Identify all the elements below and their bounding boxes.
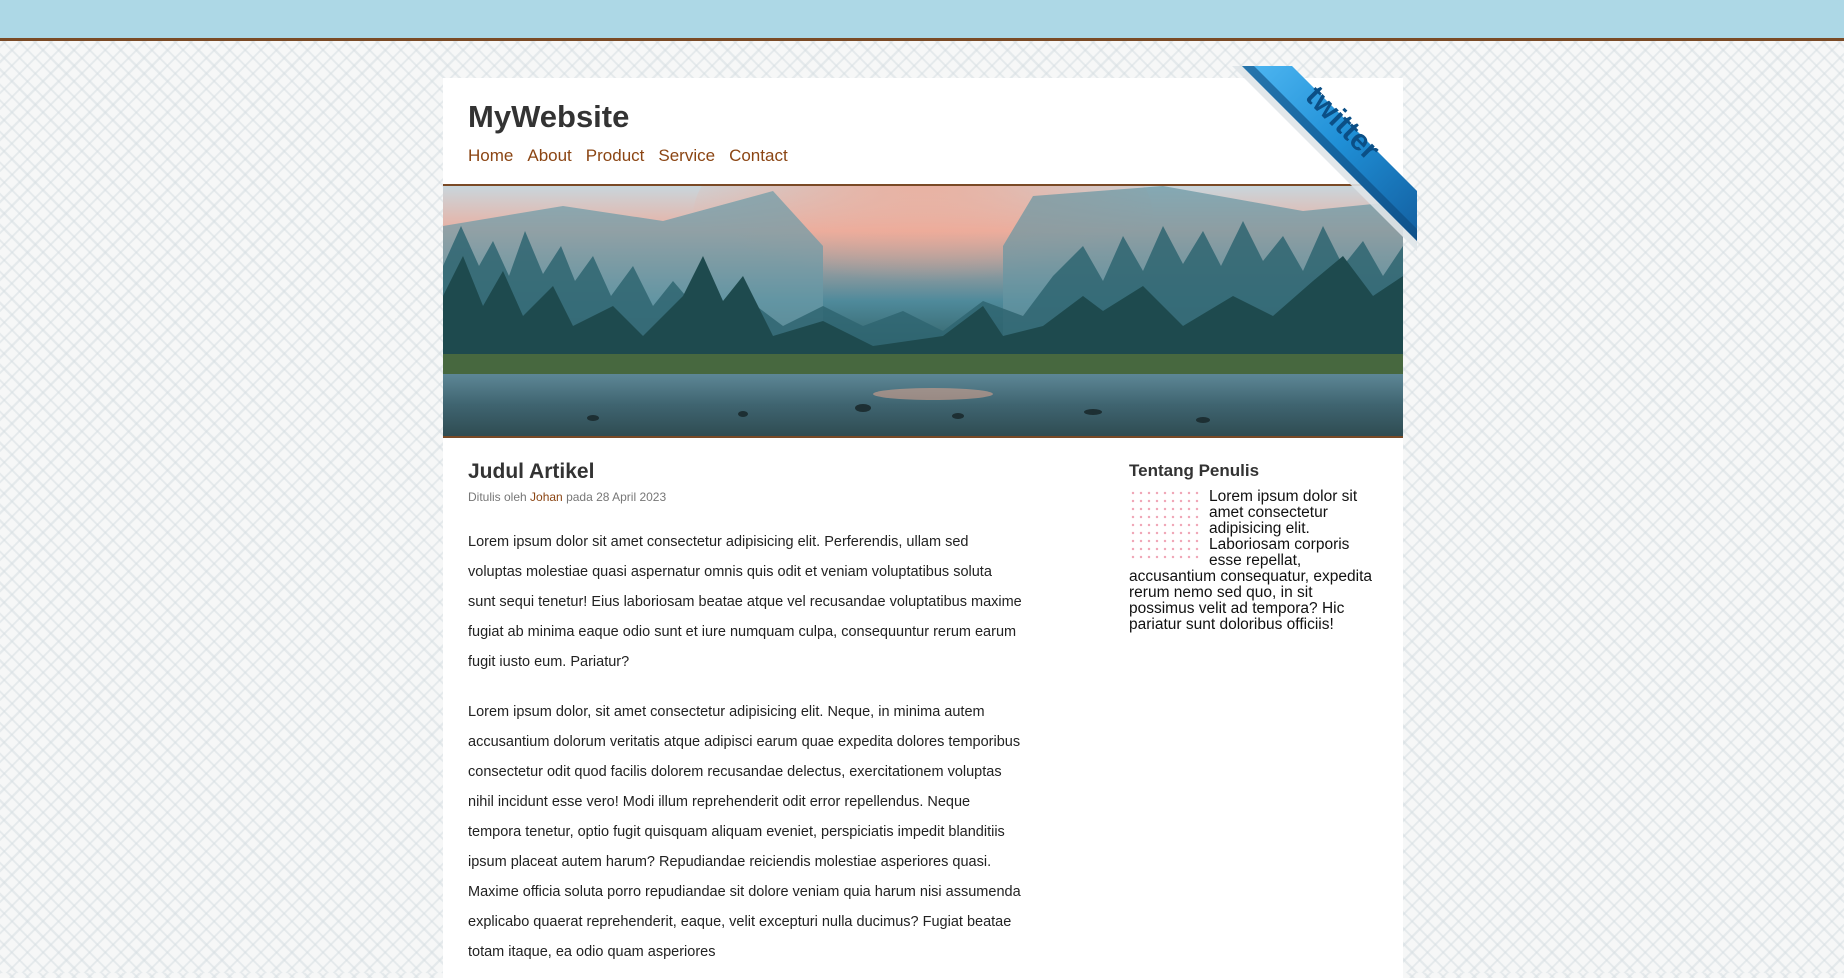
main-nav: Home About Product Service Contact [468, 146, 788, 166]
article-meta: Ditulis oleh Johan pada 28 April 2023 [468, 490, 1023, 504]
article: Judul Artikel Ditulis oleh Johan pada 28… [468, 460, 1023, 967]
nav-product[interactable]: Product [586, 146, 645, 166]
nav-contact[interactable]: Contact [729, 146, 788, 166]
article-paragraph: Lorem ipsum dolor, sit amet consectetur … [468, 704, 1021, 960]
top-bar [0, 0, 1844, 41]
article-title: Judul Artikel [468, 460, 595, 483]
site-title[interactable]: MyWebsite [468, 99, 629, 135]
sidebar-title: Tentang Penulis [1129, 461, 1260, 480]
author-image [1129, 489, 1201, 561]
nav-about[interactable]: About [527, 146, 571, 166]
meta-prefix: Ditulis oleh [468, 490, 531, 504]
meta-date: pada 28 April 2023 [562, 490, 667, 504]
article-paragraph: Lorem ipsum dolor sit amet consectetur a… [468, 534, 1022, 670]
nav-home[interactable]: Home [468, 146, 513, 166]
twitter-ribbon-icon[interactable]: twitter [1232, 66, 1417, 251]
author-link[interactable]: Johan [530, 490, 563, 504]
sidebar: Tentang Penulis Lorem ipsum dolor sit am… [1129, 461, 1379, 633]
author-bio: Lorem ipsum dolor sit amet consectetur a… [1129, 489, 1379, 633]
nav-service[interactable]: Service [658, 146, 715, 166]
